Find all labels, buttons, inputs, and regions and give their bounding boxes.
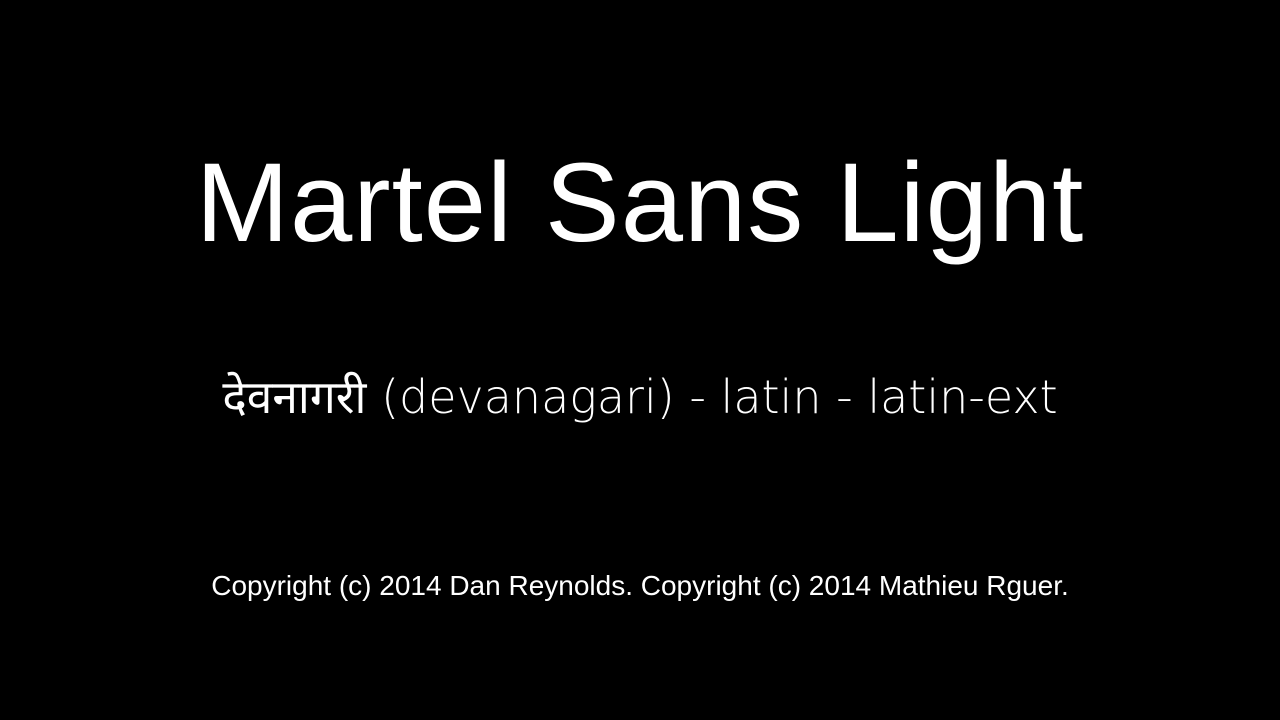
supported-scripts-line: देवनागरी (devanagari) - latin - latin-ex… [222,370,1058,424]
copyright-notice: Copyright (c) 2014 Dan Reynolds. Copyrig… [211,570,1069,601]
font-specimen-slide: Martel Sans Light देवनागरी (devanagari) … [0,0,1280,720]
font-name-title: Martel Sans Light [195,140,1085,265]
